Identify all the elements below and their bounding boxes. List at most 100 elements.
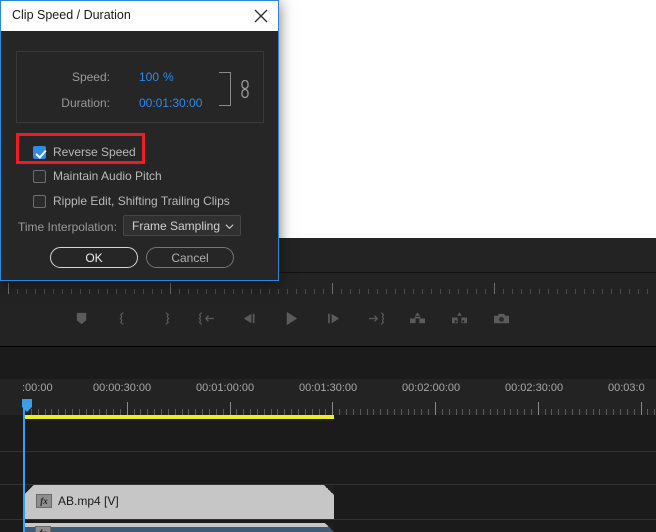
ruler-tick	[353, 409, 354, 415]
ruler-tick	[462, 409, 463, 415]
add-marker-button[interactable]	[60, 294, 102, 346]
go-to-out-icon	[366, 311, 385, 329]
ok-button[interactable]: OK	[50, 247, 138, 268]
timeline-ruler-labels: :00:00 00:00:30:00 00:01:00:00 00:01:30:00 0…	[0, 379, 656, 399]
ruler-tick	[565, 409, 566, 415]
playhead-line	[23, 399, 25, 532]
scrubbar-ticks	[0, 281, 656, 295]
extract-icon	[450, 311, 469, 329]
lift-button[interactable]	[396, 294, 438, 346]
ruler-tick	[387, 409, 388, 415]
work-area-bar[interactable]	[24, 415, 334, 419]
checkbox-label: Maintain Audio Pitch	[53, 169, 162, 183]
ruler-tick	[613, 409, 614, 415]
ruler-time-label: 00:00:30:00	[93, 382, 152, 394]
go-to-in-button[interactable]	[186, 294, 228, 346]
checkbox-unchecked-icon[interactable]	[33, 169, 46, 183]
step-forward-icon	[325, 311, 342, 329]
checkbox-label: Ripple Edit, Shifting Trailing Clips	[53, 194, 230, 208]
ruler-time-label: :00:00	[22, 382, 53, 394]
audio-clip-body	[24, 527, 334, 532]
speed-value-field[interactable]: 100	[139, 70, 159, 84]
timeline-clip-audio[interactable]: fx	[24, 523, 334, 532]
play-icon	[283, 310, 300, 330]
duration-value-field[interactable]: 00:01:30:00	[139, 96, 202, 110]
time-interpolation-label: Time Interpolation:	[18, 220, 117, 234]
ruler-time-label: 00:03:0	[608, 382, 645, 394]
ruler-tick	[558, 409, 559, 415]
close-icon[interactable]	[252, 8, 270, 24]
ruler-time-label: 00:02:00:00	[402, 382, 461, 394]
ruler-tick	[551, 409, 552, 415]
ruler-tick	[599, 409, 600, 415]
ripple-edit-checkbox[interactable]: Ripple Edit, Shifting Trailing Clips	[33, 191, 230, 211]
timeline-clip-video[interactable]: fx AB.mp4 [V]	[24, 485, 334, 519]
ruler-tick	[373, 409, 374, 415]
ruler-tick	[401, 409, 402, 415]
track-divider	[0, 519, 656, 520]
ruler-tick	[394, 409, 395, 415]
checkbox-unchecked-icon[interactable]	[33, 194, 46, 208]
ruler-tick	[414, 409, 415, 415]
ruler-tick	[380, 409, 381, 415]
fx-badge-icon: fx	[35, 526, 51, 532]
duration-label: Duration:	[61, 96, 110, 110]
ruler-tick	[524, 409, 525, 415]
checkbox-label: Reverse Speed	[53, 145, 136, 159]
export-frame-button[interactable]	[480, 294, 522, 346]
lift-icon	[408, 311, 427, 329]
speed-duration-group: Speed: 100 % Duration: 00:01:30:00	[16, 51, 264, 123]
chain-link-icon[interactable]	[239, 79, 251, 99]
mark-in-button[interactable]	[102, 294, 144, 346]
maintain-audio-pitch-checkbox[interactable]: Maintain Audio Pitch	[33, 166, 162, 186]
step-back-button[interactable]	[228, 294, 270, 346]
mark-in-icon	[116, 311, 131, 329]
clip-name-label: AB.mp4 [V]	[58, 494, 119, 508]
ruler-time-label: 00:01:00:00	[196, 382, 255, 394]
ruler-tick	[408, 409, 409, 415]
transport-button-group	[60, 294, 522, 346]
timeline-panel: :00:00 00:00:30:00 00:01:00:00 00:01:30:00 0…	[0, 346, 656, 532]
checkbox-checked-icon[interactable]	[33, 145, 46, 159]
ruler-tick	[634, 409, 635, 415]
ruler-tick	[332, 402, 333, 415]
extract-button[interactable]	[438, 294, 480, 346]
dialog-title: Clip Speed / Duration	[12, 8, 131, 22]
time-interpolation-select[interactable]: Frame Sampling	[123, 215, 241, 236]
ruler-tick	[531, 409, 532, 415]
mark-out-icon	[158, 311, 173, 329]
cancel-button[interactable]: Cancel	[146, 247, 234, 268]
go-to-in-icon	[198, 311, 217, 329]
ruler-tick	[127, 402, 128, 415]
ruler-tick	[421, 409, 422, 415]
ruler-tick	[339, 409, 340, 415]
ruler-tick	[586, 409, 587, 415]
ruler-tick	[538, 402, 539, 415]
ruler-tick	[360, 409, 361, 415]
ruler-time-label: 00:02:30:00	[505, 382, 564, 394]
link-bracket	[219, 72, 231, 106]
ruler-tick	[579, 409, 580, 415]
ruler-tick	[490, 409, 491, 415]
ruler-tick	[606, 409, 607, 415]
ruler-tick	[504, 409, 505, 415]
ruler-tick	[428, 409, 429, 415]
ruler-tick	[620, 409, 621, 415]
speed-label: Speed:	[71, 70, 110, 84]
speed-unit-label: %	[163, 70, 174, 84]
ruler-tick	[572, 409, 573, 415]
ruler-tick	[469, 409, 470, 415]
ruler-tick	[510, 409, 511, 415]
fx-badge-icon: fx	[36, 494, 52, 508]
go-to-out-button[interactable]	[354, 294, 396, 346]
step-forward-button[interactable]	[312, 294, 354, 346]
timeline-ruler-ticks	[0, 399, 656, 415]
mark-out-button[interactable]	[144, 294, 186, 346]
timeline-ruler[interactable]: :00:00 00:00:30:00 00:01:00:00 00:01:30:00 0…	[0, 379, 656, 415]
ruler-tick	[435, 402, 436, 415]
ruler-tick	[442, 409, 443, 415]
dialog-titlebar[interactable]: Clip Speed / Duration	[1, 1, 278, 31]
play-stop-button[interactable]	[270, 294, 312, 346]
reverse-speed-checkbox[interactable]: Reverse Speed	[33, 142, 136, 162]
camera-icon	[492, 311, 511, 329]
